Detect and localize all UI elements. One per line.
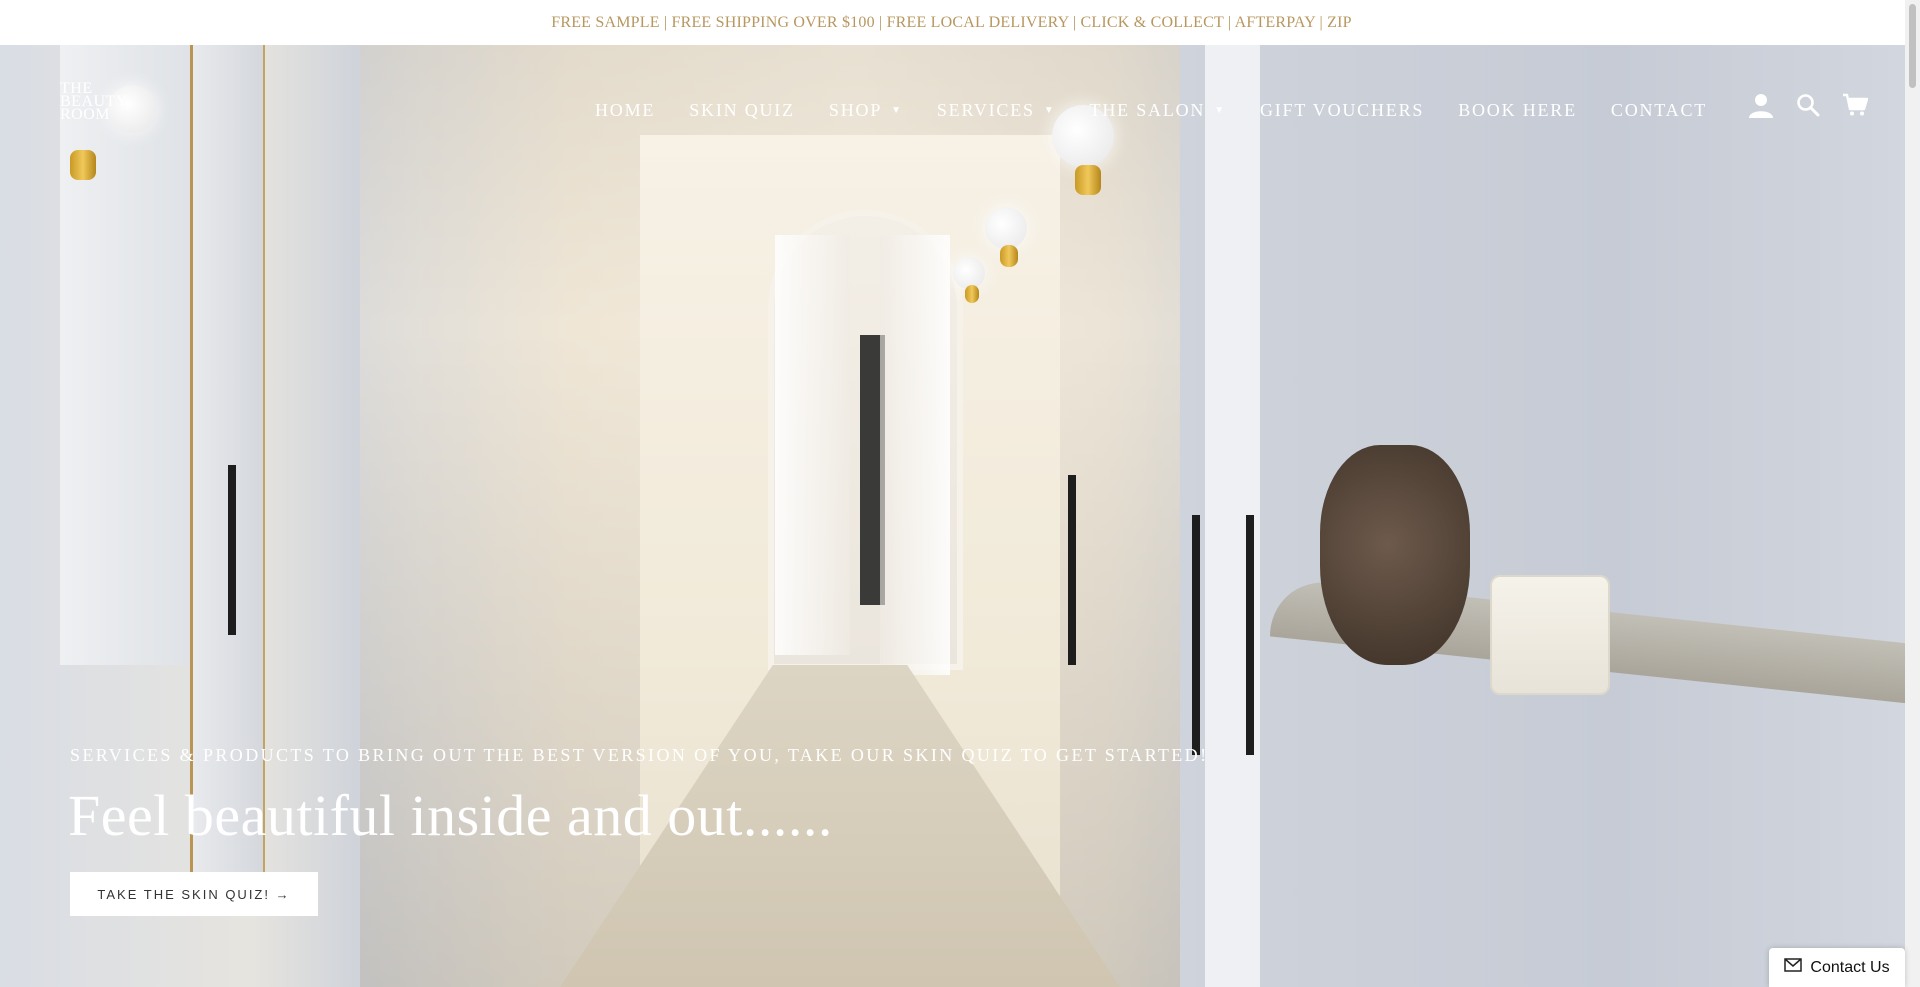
search-icon[interactable]: [1796, 93, 1820, 117]
hero-image-handle: [1246, 515, 1254, 755]
nav-label: SHOP: [828, 99, 883, 120]
nav-skin-quiz[interactable]: SKIN QUIZ: [689, 100, 795, 121]
hero-image-handle: [1068, 475, 1076, 665]
nav-label: THE SALON: [1089, 99, 1206, 120]
nav-label: SKIN QUIZ: [689, 99, 795, 120]
nav-label: HOME: [595, 99, 656, 120]
hero-image-lamp-base: [70, 150, 96, 180]
hero-image-lamp-base: [1000, 245, 1018, 267]
nav-shop[interactable]: SHOP ▼: [829, 100, 903, 121]
nav-the-salon[interactable]: THE SALON ▼: [1090, 100, 1226, 121]
cart-icon[interactable]: [1842, 93, 1868, 117]
hero-image-handle: [1192, 515, 1200, 755]
nav-home[interactable]: HOME: [595, 100, 655, 121]
account-icon[interactable]: [1748, 92, 1774, 118]
nav-contact[interactable]: CONTACT: [1611, 100, 1707, 121]
scrollbar-thumb[interactable]: [1909, 4, 1916, 88]
hero-image-mirror: [60, 45, 190, 665]
contact-us-label: Contact Us: [1810, 958, 1890, 976]
nav-label: BOOK HERE: [1458, 99, 1577, 120]
header-icons: [1748, 92, 1890, 118]
announcement-bar: FREE SAMPLE | FREE SHIPPING OVER $100 | …: [0, 0, 1903, 45]
page-scrollbar[interactable]: [1905, 0, 1920, 987]
hero-image-candle: [1490, 575, 1610, 695]
envelope-icon: [1784, 958, 1810, 977]
nav-gift-vouchers[interactable]: GIFT VOUCHERS: [1260, 100, 1424, 121]
hero-image-curtain: [775, 235, 850, 655]
hero-image-handle: [228, 465, 236, 635]
chevron-down-icon: ▼: [891, 104, 903, 116]
hero-headline: Feel beautiful inside and out......: [68, 783, 833, 848]
nav-services[interactable]: SERVICES ▼: [937, 100, 1056, 121]
hero-image-lamp: [953, 257, 985, 289]
hero-image-lamp-base: [1075, 165, 1101, 195]
contact-us-button[interactable]: Contact Us: [1769, 948, 1905, 987]
nav-label: SERVICES: [936, 99, 1035, 120]
hero-subtitle: SERVICES & PRODUCTS TO BRING OUT THE BES…: [70, 745, 1209, 765]
hero-image-lamp-base: [965, 285, 979, 303]
hero-image-jug: [1320, 445, 1470, 665]
site-logo[interactable]: THE BEAUTY ROOM: [60, 81, 140, 123]
chevron-down-icon: ▼: [1043, 104, 1056, 116]
hero-image-wall-right: [1180, 45, 1905, 987]
skin-quiz-button[interactable]: TAKE THE SKIN QUIZ! →: [70, 872, 318, 916]
hero-image-lamp: [985, 207, 1027, 249]
nav-label: GIFT VOUCHERS: [1259, 99, 1425, 120]
hero-image-curtain: [880, 235, 950, 675]
nav-book-here[interactable]: BOOK HERE: [1458, 100, 1577, 121]
logo-line: ROOM: [60, 106, 111, 123]
main-nav: HOME SKIN QUIZ SHOP ▼ SERVICES ▼ THE SALON…: [595, 95, 1741, 125]
chevron-down-icon: ▼: [1214, 104, 1226, 116]
nav-label: CONTACT: [1610, 99, 1708, 120]
announcement-text: FREE SAMPLE | FREE SHIPPING OVER $100 | …: [551, 13, 1352, 31]
